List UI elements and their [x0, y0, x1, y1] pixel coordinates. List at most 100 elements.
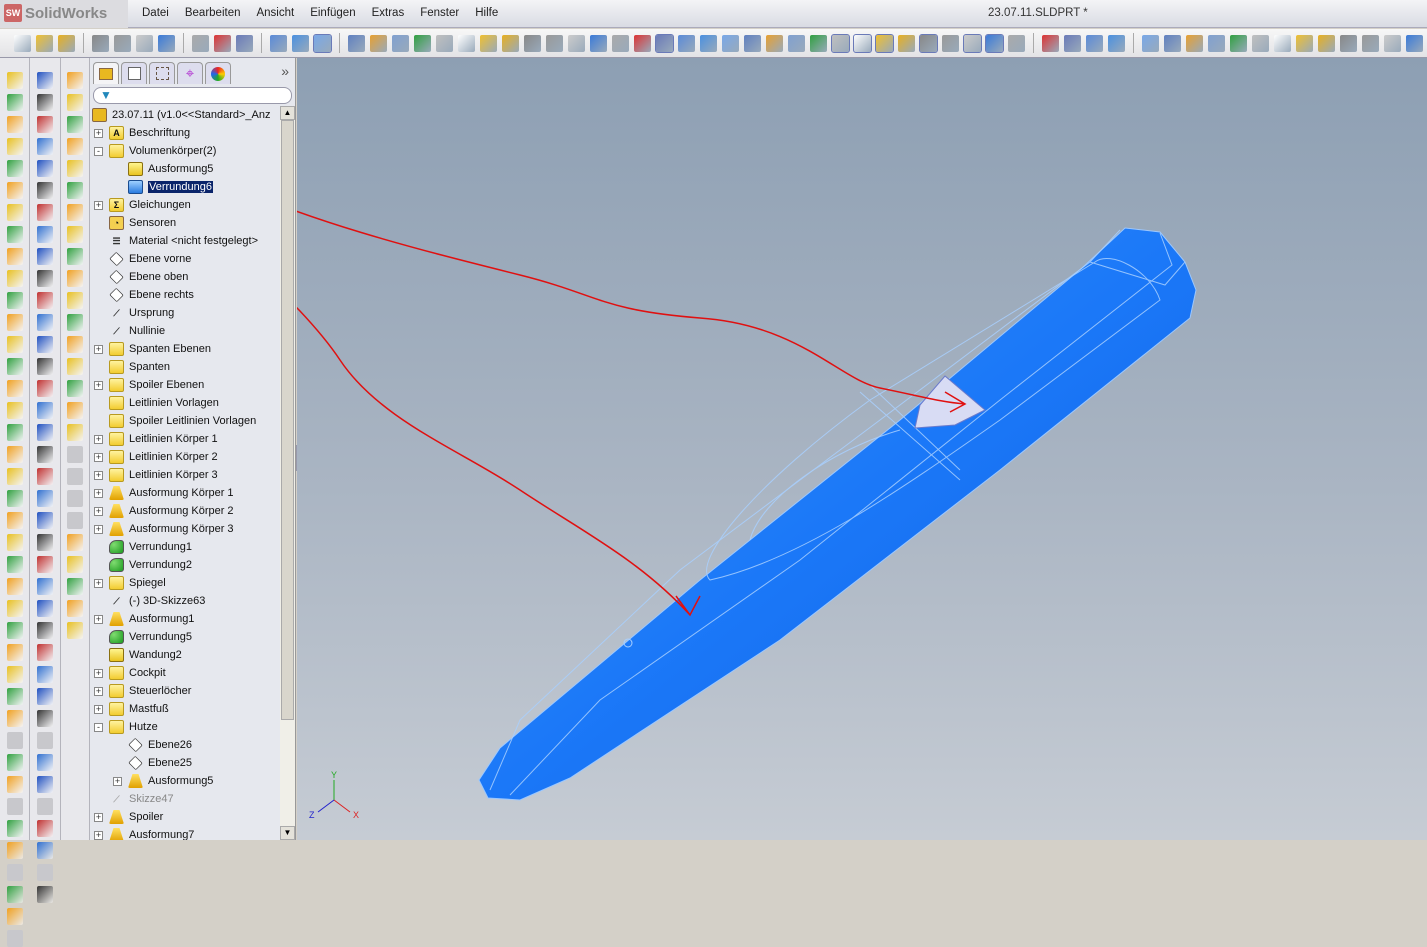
command-button-icon[interactable]: [6, 424, 23, 441]
command-button-icon[interactable]: [37, 204, 53, 221]
command-button-icon[interactable]: [6, 204, 23, 221]
tree-item[interactable]: Wandung2: [90, 646, 280, 664]
tree-item[interactable]: ◔ Sensoren: [90, 214, 280, 232]
command-button-icon[interactable]: [67, 94, 83, 111]
toolbar-button-icon[interactable]: [1064, 34, 1081, 52]
toolbar-button-icon[interactable]: [1230, 34, 1247, 52]
tree-item[interactable]: + Spoiler: [90, 808, 280, 826]
toolbar-button-icon[interactable]: [1384, 34, 1401, 52]
tree-item[interactable]: Verrundung5: [90, 628, 280, 646]
toolbar-button-icon[interactable]: [458, 34, 475, 52]
command-button-icon[interactable]: [37, 72, 53, 89]
command-button-icon[interactable]: [6, 512, 23, 529]
toolbar-button-icon[interactable]: [942, 34, 959, 52]
toolbar-button-icon[interactable]: [236, 34, 253, 52]
tree-item[interactable]: Verrundung6: [90, 178, 280, 196]
toolbar-button-icon[interactable]: [766, 34, 783, 52]
tree-item[interactable]: + Ausformung5: [90, 772, 280, 790]
tree-item[interactable]: Ebene rechts: [90, 286, 280, 304]
toolbar-button-icon[interactable]: [1108, 34, 1125, 52]
command-button-icon[interactable]: [6, 160, 23, 177]
tree-item[interactable]: Ausformung5: [90, 160, 280, 178]
command-button-icon[interactable]: [67, 226, 83, 243]
command-button-icon[interactable]: [37, 226, 53, 243]
command-button-icon[interactable]: [6, 468, 23, 485]
toolbar-button-icon[interactable]: [1406, 34, 1423, 52]
command-button-icon[interactable]: [67, 72, 83, 89]
command-button-icon[interactable]: [67, 600, 83, 617]
command-button-icon[interactable]: [67, 138, 83, 155]
toolbar-button-icon[interactable]: [1252, 34, 1269, 52]
expand-icon[interactable]: +: [94, 578, 103, 588]
command-button-icon[interactable]: [67, 578, 83, 595]
command-button-icon[interactable]: [37, 160, 53, 177]
menu-datei[interactable]: Datei: [134, 7, 177, 19]
tree-item[interactable]: - Hutze: [90, 718, 280, 736]
command-button-icon[interactable]: [37, 116, 53, 133]
command-button-icon[interactable]: [37, 248, 53, 265]
command-button-icon[interactable]: [37, 864, 53, 881]
tree-item[interactable]: ⟋ (-) 3D-Skizze63: [90, 592, 280, 610]
expand-icon[interactable]: +: [94, 524, 103, 534]
command-button-icon[interactable]: [37, 358, 53, 375]
collapse-icon[interactable]: -: [94, 146, 103, 156]
tree-item[interactable]: Verrundung2: [90, 556, 280, 574]
tab-display-manager[interactable]: [205, 62, 231, 84]
toolbar-button-icon[interactable]: [963, 33, 982, 53]
expand-icon[interactable]: +: [94, 488, 103, 498]
command-button-icon[interactable]: [6, 754, 23, 771]
command-button-icon[interactable]: [6, 666, 23, 683]
tree-item[interactable]: ⟋ Nullinie: [90, 322, 280, 340]
command-button-icon[interactable]: [67, 270, 83, 287]
command-button-icon[interactable]: [6, 292, 23, 309]
more-tabs-icon[interactable]: »: [281, 63, 289, 79]
command-button-icon[interactable]: [6, 842, 23, 859]
command-button-icon[interactable]: [37, 556, 53, 573]
command-button-icon[interactable]: [6, 182, 23, 199]
tree-item[interactable]: Ebene26: [90, 736, 280, 754]
toolbar-button-icon[interactable]: [612, 34, 629, 52]
command-button-icon[interactable]: [67, 556, 83, 573]
menu-einfügen[interactable]: Einfügen: [302, 7, 363, 19]
scroll-down-button[interactable]: ▼: [280, 826, 295, 840]
command-button-icon[interactable]: [37, 512, 53, 529]
graphics-area[interactable]: Y X Z: [297, 58, 1427, 840]
tree-item[interactable]: + A Beschriftung: [90, 124, 280, 142]
tree-item[interactable]: + Ausformung7: [90, 826, 280, 840]
tree-item[interactable]: - Volumenkörper(2): [90, 142, 280, 160]
toolbar-button-icon[interactable]: [919, 33, 938, 53]
command-button-icon[interactable]: [37, 490, 53, 507]
command-button-icon[interactable]: [6, 820, 23, 837]
toolbar-button-icon[interactable]: [875, 33, 894, 53]
expand-icon[interactable]: +: [94, 830, 103, 840]
tree-item[interactable]: + Ausformung Körper 1: [90, 484, 280, 502]
tree-filter-input[interactable]: ▼: [93, 87, 292, 104]
toolbar-button-icon[interactable]: [36, 34, 53, 52]
toolbar-button-icon[interactable]: [634, 34, 651, 52]
tree-item[interactable]: + Spiegel: [90, 574, 280, 592]
command-button-icon[interactable]: [37, 424, 53, 441]
command-button-icon[interactable]: [37, 644, 53, 661]
command-button-icon[interactable]: [37, 842, 53, 859]
command-button-icon[interactable]: [6, 270, 23, 287]
command-button-icon[interactable]: [67, 534, 83, 551]
command-button-icon[interactable]: [67, 160, 83, 177]
expand-icon[interactable]: +: [94, 344, 103, 354]
tree-item[interactable]: + Spanten Ebenen: [90, 340, 280, 358]
toolbar-button-icon[interactable]: [158, 34, 175, 52]
toolbar-button-icon[interactable]: [14, 34, 31, 52]
command-button-icon[interactable]: [37, 732, 53, 749]
command-button-icon[interactable]: [37, 886, 53, 903]
command-button-icon[interactable]: [6, 380, 23, 397]
toolbar-button-icon[interactable]: [192, 34, 209, 52]
command-button-icon[interactable]: [37, 380, 53, 397]
command-button-icon[interactable]: [67, 402, 83, 419]
tree-item[interactable]: + Σ Gleichungen: [90, 196, 280, 214]
toolbar-button-icon[interactable]: [1296, 34, 1313, 52]
expand-icon[interactable]: +: [113, 776, 122, 786]
solidworks-logo[interactable]: SW SolidWorks: [4, 4, 107, 22]
command-button-icon[interactable]: [6, 798, 23, 815]
tree-item[interactable]: + Steuerlöcher: [90, 682, 280, 700]
toolbar-button-icon[interactable]: [1208, 34, 1225, 52]
expand-icon[interactable]: +: [94, 470, 103, 480]
